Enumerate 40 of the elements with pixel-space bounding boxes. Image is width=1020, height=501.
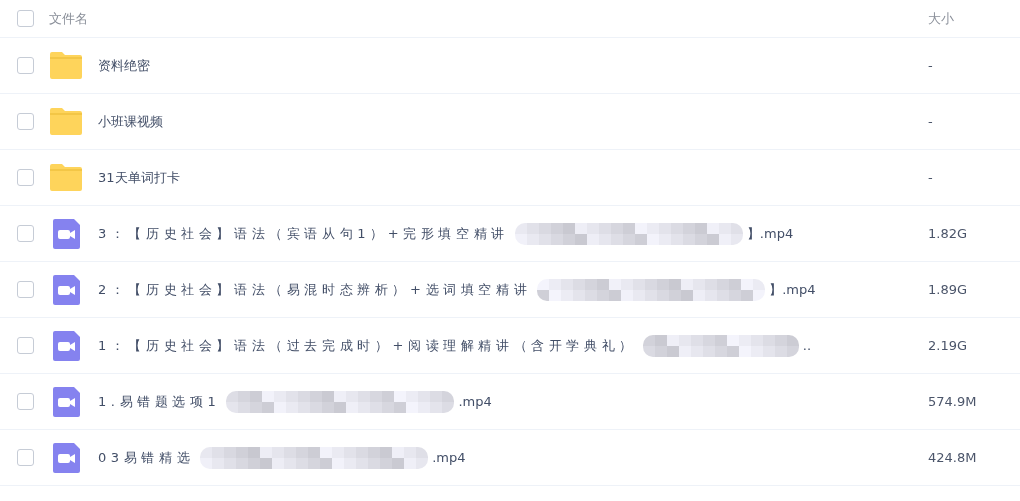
folder-icon	[50, 164, 82, 191]
video-file-icon	[52, 218, 80, 249]
file-size: 1.89G	[928, 282, 969, 297]
file-size: -	[928, 114, 934, 129]
select-all-checkbox[interactable]	[17, 10, 34, 27]
file-name[interactable]: 1：【历史社会】语法（过去完成时）+阅读理解精讲（含开学典礼）	[98, 336, 637, 355]
file-extension: .mp4	[432, 450, 466, 465]
file-size: 424.8M	[928, 450, 978, 465]
file-name[interactable]: 资料绝密	[98, 56, 150, 75]
file-name[interactable]: 03易错精选	[98, 448, 195, 467]
file-extension: ..	[802, 338, 812, 353]
row-checkbox[interactable]	[17, 169, 34, 186]
file-extension: .mp4	[458, 394, 492, 409]
column-header: 文件名	[49, 9, 88, 28]
file-name[interactable]: 1.易错题选项1	[98, 392, 221, 411]
file-name[interactable]: 小班课视频	[98, 112, 163, 131]
row-checkbox[interactable]	[17, 393, 34, 410]
file-size: 1.82G	[928, 226, 969, 241]
column-header: 大小	[928, 9, 955, 28]
video-file-icon	[52, 442, 80, 473]
file-size: -	[928, 58, 934, 73]
folder-icon	[50, 52, 82, 79]
row-checkbox[interactable]	[17, 337, 34, 354]
folder-icon	[50, 108, 82, 135]
video-file-icon	[52, 274, 80, 305]
file-name[interactable]: 31天单词打卡	[98, 168, 180, 187]
file-name[interactable]: 2：【历史社会】语法（易混时态辨析）+选词填空精讲	[98, 280, 532, 299]
row-checkbox[interactable]	[17, 449, 34, 466]
row-checkbox[interactable]	[17, 225, 34, 242]
row-checkbox[interactable]	[17, 281, 34, 298]
file-name[interactable]: 3：【历史社会】语法（宾语从句1）+完形填空精讲	[98, 224, 509, 243]
row-checkbox[interactable]	[17, 57, 34, 74]
video-file-icon	[52, 330, 80, 361]
file-size: 574.9M	[928, 394, 978, 409]
file-size: 2.19G	[928, 338, 969, 353]
file-extension: 】.mp4	[746, 224, 794, 243]
row-checkbox[interactable]	[17, 113, 34, 130]
video-file-icon	[52, 386, 80, 417]
file-extension: 】.mp4	[769, 280, 816, 299]
file-size: -	[928, 170, 934, 185]
